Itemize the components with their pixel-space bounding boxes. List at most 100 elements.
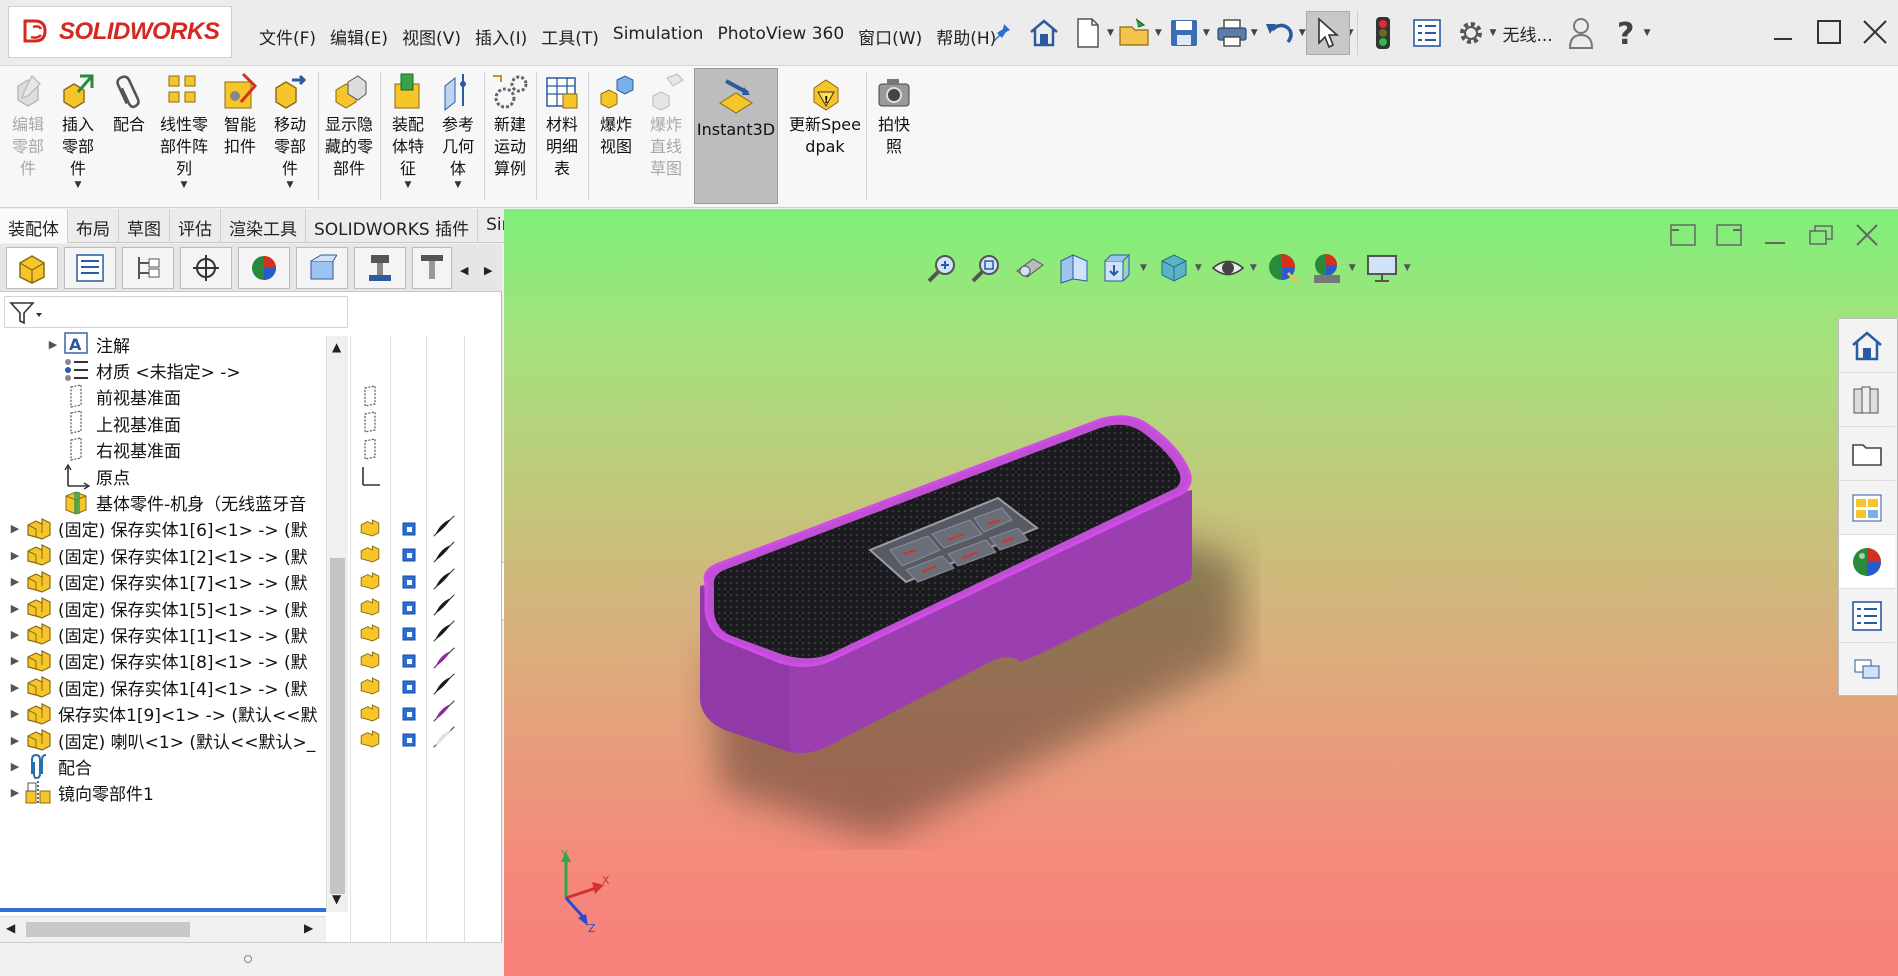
display-state-status[interactable] <box>398 621 422 645</box>
tab-3[interactable]: 评估 <box>170 209 221 243</box>
minimize-button[interactable] <box>1760 10 1806 54</box>
section-view-button[interactable] <box>1052 246 1096 290</box>
appearance-status[interactable] <box>432 725 456 749</box>
display-state-status[interactable] <box>398 648 422 672</box>
chevron-down-icon[interactable]: ▼ <box>455 180 462 190</box>
rebuild-button[interactable] <box>1361 11 1405 55</box>
component-status[interactable] <box>358 701 382 725</box>
design-library-button[interactable] <box>1839 373 1895 427</box>
chevron-down-icon[interactable]: ▼ <box>1250 263 1257 273</box>
resize-grip-icon[interactable] <box>244 955 252 963</box>
open-button[interactable] <box>1114 11 1158 55</box>
tab-feature-manager[interactable] <box>6 247 58 289</box>
tab-cam-tool-tree[interactable] <box>412 247 452 289</box>
component-status[interactable] <box>358 542 382 566</box>
tab-dimxpert-manager[interactable] <box>180 247 232 289</box>
exploded-view-button[interactable]: 爆炸视图 <box>594 70 638 158</box>
menu-item[interactable]: 插入(I) <box>468 20 534 50</box>
origin-status[interactable] <box>358 463 382 487</box>
expand-arrow-icon[interactable]: ▶ <box>6 522 24 535</box>
component-status[interactable] <box>358 516 382 540</box>
appearances-scenes-button[interactable] <box>1839 535 1895 589</box>
tab-1[interactable]: 布局 <box>68 209 119 243</box>
tab-display-manager[interactable] <box>238 247 290 289</box>
chevron-down-icon[interactable]: ▼ <box>287 180 294 190</box>
expand-arrow-icon[interactable]: ▶ <box>6 602 24 615</box>
component-status[interactable] <box>358 648 382 672</box>
mate-button[interactable]: 配合 <box>104 70 154 136</box>
component-status[interactable] <box>358 727 382 751</box>
appearance-status[interactable] <box>432 672 456 696</box>
plane-status[interactable] <box>358 410 382 434</box>
tab-4[interactable]: 渲染工具 <box>221 209 306 243</box>
expand-arrow-icon[interactable]: ▶ <box>6 707 24 720</box>
file-properties-button[interactable] <box>1405 11 1449 55</box>
file-explorer-button[interactable] <box>1839 427 1895 481</box>
chevron-down-icon[interactable]: ▼ <box>405 180 412 190</box>
scroll-down-icon[interactable]: ▼ <box>332 892 341 906</box>
plane-status[interactable] <box>358 384 382 408</box>
chevron-down-icon[interactable]: ▼ <box>1349 263 1356 273</box>
solidworks-resources-button[interactable] <box>1839 319 1895 373</box>
display-state-status[interactable] <box>398 595 422 619</box>
component-status[interactable] <box>358 621 382 645</box>
pin-icon[interactable] <box>992 22 1012 46</box>
appearance-status[interactable] <box>432 619 456 643</box>
tab-property-manager[interactable] <box>64 247 116 289</box>
print-button[interactable] <box>1210 11 1254 55</box>
expand-arrow-icon[interactable]: ▶ <box>6 786 24 799</box>
split-viewport-button[interactable] <box>1706 218 1752 252</box>
tab-cam-feature[interactable] <box>296 247 348 289</box>
scroll-thumb[interactable] <box>330 558 345 894</box>
menu-item[interactable]: 窗口(W) <box>851 20 929 50</box>
bom-button[interactable]: 材料明细表 <box>540 70 584 180</box>
display-style-button[interactable] <box>1151 246 1195 290</box>
chevron-down-icon[interactable]: ▼ <box>1140 263 1147 273</box>
zoom-area-button[interactable] <box>964 246 1008 290</box>
rollback-bar[interactable] <box>0 908 326 912</box>
assembly-feature-button[interactable]: 装配体特征 ▼ <box>386 70 430 190</box>
tab-cam-operation[interactable] <box>354 247 406 289</box>
maximize-button[interactable] <box>1806 10 1852 54</box>
update-speedpak-button[interactable]: ! 更新Speedpak <box>784 70 866 158</box>
select-button[interactable] <box>1305 11 1350 55</box>
hide-show-items-button[interactable] <box>1206 246 1250 290</box>
expand-arrow-icon[interactable]: ▶ <box>6 575 24 588</box>
edit-part-button[interactable]: 编辑零部件 <box>6 70 50 180</box>
tab-5[interactable]: SOLIDWORKS 插件 <box>306 209 479 243</box>
speaker-3d-model[interactable] <box>680 400 1260 850</box>
display-state-status[interactable] <box>398 727 422 751</box>
tab-0[interactable]: 装配体 <box>0 209 68 243</box>
forum-button[interactable] <box>1839 643 1895 697</box>
take-snapshot-button[interactable]: 拍快照 <box>872 70 916 158</box>
undo-button[interactable] <box>1258 11 1302 55</box>
tree-item[interactable]: ▶ 镜向零部件1 <box>0 778 326 808</box>
view-settings-button[interactable] <box>1360 246 1404 290</box>
display-state-status[interactable] <box>398 674 422 698</box>
home-button[interactable] <box>1022 11 1066 55</box>
menu-item[interactable]: PhotoView 360 <box>710 20 851 50</box>
plane-status[interactable] <box>358 437 382 461</box>
view-orientation-button[interactable] <box>1096 246 1140 290</box>
apply-scene-button[interactable] <box>1305 246 1349 290</box>
tree-vertical-scrollbar[interactable]: ▲ ▼ <box>326 336 348 912</box>
scroll-thumb[interactable] <box>26 922 190 937</box>
expand-arrow-icon[interactable]: ▶ <box>6 549 24 562</box>
expand-arrow-icon[interactable]: ▶ <box>6 734 24 747</box>
expand-arrow-icon[interactable]: ▶ <box>6 760 24 773</box>
scroll-right-icon[interactable]: ▶ <box>304 921 313 935</box>
menu-item[interactable]: 文件(F) <box>252 20 323 50</box>
edit-appearance-button[interactable] <box>1261 246 1305 290</box>
component-status[interactable] <box>358 569 382 593</box>
tab-2[interactable]: 草图 <box>119 209 170 243</box>
tree-filter[interactable] <box>4 296 348 328</box>
tree-horizontal-scrollbar[interactable]: ◀ ▶ <box>0 916 326 942</box>
restore-viewport-button[interactable] <box>1660 218 1706 252</box>
component-status[interactable] <box>358 674 382 698</box>
smart-fastener-button[interactable]: 智能扣件 <box>218 70 262 158</box>
expand-arrow-icon[interactable]: ▶ <box>6 654 24 667</box>
linear-pattern-button[interactable]: 线性零部件阵列 ▼ <box>156 70 212 190</box>
show-hidden-parts-button[interactable]: 显示隐藏的零部件 <box>322 70 376 180</box>
display-state-status[interactable] <box>398 569 422 593</box>
menu-item[interactable]: 视图(V) <box>395 20 468 50</box>
